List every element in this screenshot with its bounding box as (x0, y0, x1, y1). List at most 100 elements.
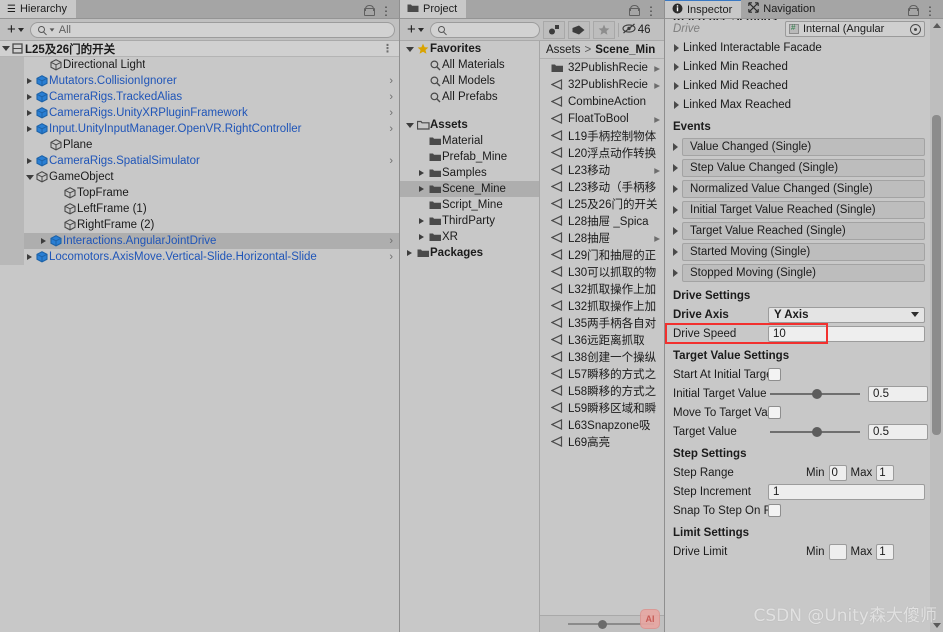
project-asset-row[interactable]: L36远距离抓取 (540, 331, 664, 348)
tab-hierarchy[interactable]: ☰ Hierarchy (0, 0, 77, 18)
initial-target-value-slider[interactable] (768, 386, 864, 402)
prefab-open-chevron-icon[interactable]: › (389, 155, 393, 167)
hierarchy-row[interactable]: CameraRigs.TrackedAlias › (0, 89, 399, 105)
hierarchy-row[interactable]: Mutators.CollisionIgnorer › (0, 73, 399, 89)
event-box[interactable]: Stopped Moving (Single) (682, 263, 925, 282)
project-asset-row[interactable]: L25及26门的开关 (540, 195, 664, 212)
snap-to-step-checkbox[interactable] (768, 504, 781, 517)
scroll-down-icon[interactable] (933, 623, 941, 628)
step-range-max-input[interactable]: 1 (876, 464, 895, 481)
tab-navigation[interactable]: Navigation (741, 0, 824, 18)
kebab-menu-icon[interactable]: ⋮ (645, 5, 657, 17)
breadcrumb-root[interactable]: Assets (546, 44, 581, 56)
event-foldout-row[interactable]: Value Changed (Single) (665, 136, 928, 157)
project-tree-row[interactable]: Favorites (400, 41, 539, 57)
favorites-star-icon[interactable] (592, 20, 615, 39)
hierarchy-scene-row[interactable]: L25及26门的开关 ⋮ (0, 41, 399, 57)
drive-speed-input[interactable]: 10 (768, 325, 925, 342)
kebab-menu-icon[interactable]: ⋮ (380, 5, 392, 17)
project-tree-row[interactable]: XR (400, 229, 539, 245)
project-tree-row[interactable]: All Materials (400, 57, 539, 73)
linked-foldout-row[interactable]: Linked Max Reached (665, 95, 928, 114)
target-value-input[interactable]: 0.5 (868, 423, 928, 440)
linked-foldout-row[interactable]: Linked Mid Reached (665, 76, 928, 95)
project-asset-row[interactable]: L35两手柄各自对 (540, 314, 664, 331)
event-box[interactable]: Step Value Changed (Single) (682, 158, 925, 177)
step-increment-input[interactable]: 1 (768, 483, 925, 500)
twisty-closed-icon[interactable] (416, 218, 427, 224)
twisty-closed-icon[interactable] (668, 163, 682, 172)
twisty-closed-icon[interactable] (404, 250, 415, 256)
tab-project[interactable]: Project (400, 0, 467, 18)
scene-kebab-menu-icon[interactable]: ⋮ (382, 43, 393, 54)
twisty-closed-icon[interactable] (668, 268, 682, 277)
project-search-input[interactable] (429, 21, 540, 38)
linked-foldout-row[interactable]: Linked Min Reached (665, 57, 928, 76)
project-tree-row[interactable]: ThirdParty (400, 213, 539, 229)
hierarchy-row[interactable]: Plane (0, 137, 399, 153)
prefab-open-chevron-icon[interactable]: › (389, 75, 393, 87)
twisty-closed-icon[interactable] (670, 43, 683, 52)
hierarchy-row[interactable]: CameraRigs.SpatialSimulator › (0, 153, 399, 169)
prefab-open-chevron-icon[interactable]: › (389, 251, 393, 263)
project-asset-row[interactable]: L29门和抽屉的正 (540, 246, 664, 263)
event-foldout-row[interactable]: Stopped Moving (Single) (665, 262, 928, 283)
twisty-closed-icon[interactable] (668, 184, 682, 193)
hierarchy-row[interactable]: GameObject (0, 169, 399, 185)
project-asset-row[interactable]: 32PublishRecie ▸ (540, 76, 664, 93)
twisty-open-icon[interactable] (24, 174, 35, 180)
kebab-menu-icon[interactable]: ⋮ (924, 5, 936, 17)
twisty-closed-icon[interactable] (24, 158, 35, 164)
scrollbar-thumb[interactable] (932, 115, 941, 435)
lock-icon[interactable] (629, 5, 640, 16)
project-asset-row[interactable]: L69高亮 (540, 433, 664, 450)
twisty-closed-icon[interactable] (24, 78, 35, 84)
project-asset-list[interactable]: Assets > Scene_Min 32PublishRecie ▸ 32Publ… (540, 41, 664, 632)
project-asset-row[interactable]: L28抽屉 _Spica (540, 212, 664, 229)
initial-target-value-input[interactable]: 0.5 (868, 385, 928, 402)
twisty-closed-icon[interactable] (38, 238, 49, 244)
event-box[interactable]: Initial Target Value Reached (Single) (682, 200, 925, 219)
project-asset-row[interactable]: L32抓取操作上加 (540, 280, 664, 297)
event-foldout-row[interactable]: Step Value Changed (Single) (665, 157, 928, 178)
create-asset-button[interactable]: + (404, 21, 427, 38)
project-tree-row[interactable]: Script_Mine (400, 197, 539, 213)
create-gameobject-button[interactable]: + (4, 21, 27, 38)
project-asset-row[interactable]: L63Snapzone吸 (540, 416, 664, 433)
twisty-closed-icon[interactable] (416, 234, 427, 240)
project-asset-row[interactable]: CombineAction (540, 93, 664, 110)
twisty-closed-icon[interactable] (416, 186, 427, 192)
tab-inspector[interactable]: Inspector (665, 0, 742, 18)
project-asset-row[interactable]: L20浮点动作转换 (540, 144, 664, 161)
project-asset-row[interactable]: L58瞬移的方式之 (540, 382, 664, 399)
slider-knob[interactable] (812, 426, 823, 437)
hierarchy-row[interactable]: Input.UnityInputManager.OpenVR.RightCont… (0, 121, 399, 137)
twisty-closed-icon[interactable] (670, 81, 683, 90)
prefab-open-chevron-icon[interactable]: › (389, 91, 393, 103)
project-tree-row[interactable]: All Prefabs (400, 89, 539, 105)
twisty-open-icon[interactable] (404, 46, 415, 52)
twisty-closed-icon[interactable] (668, 226, 682, 235)
hierarchy-tree[interactable]: L25及26门的开关 ⋮ Directional Light Mutators.C… (0, 41, 399, 632)
drive-object-field[interactable]: Internal (Angular (785, 21, 925, 37)
filter-by-type-icon[interactable] (542, 20, 565, 39)
project-tree-row[interactable]: Material (400, 133, 539, 149)
event-box[interactable]: Started Moving (Single) (682, 242, 925, 261)
hierarchy-row[interactable]: CameraRigs.UnityXRPluginFramework › (0, 105, 399, 121)
hierarchy-row[interactable]: Interactions.AngularJointDrive › (0, 233, 399, 249)
event-box[interactable]: Value Changed (Single) (682, 137, 925, 156)
twisty-closed-icon[interactable] (670, 100, 683, 109)
drive-limit-min-input[interactable] (828, 543, 847, 560)
twisty-closed-icon[interactable] (24, 94, 35, 100)
event-foldout-row[interactable]: Normalized Value Changed (Single) (665, 178, 928, 199)
twisty-closed-icon[interactable] (668, 205, 682, 214)
project-tree-row[interactable]: Packages (400, 245, 539, 261)
project-tree-row[interactable]: Assets (400, 117, 539, 133)
inspector-scrollbar[interactable] (930, 19, 943, 632)
twisty-closed-icon[interactable] (24, 126, 35, 132)
start-at-initial-target-checkbox[interactable] (768, 368, 781, 381)
ai-badge-icon[interactable]: AI (640, 609, 660, 629)
project-asset-row[interactable]: L23移动 ▸ (540, 161, 664, 178)
project-asset-row[interactable]: L23移动（手柄移 (540, 178, 664, 195)
project-asset-row[interactable]: L32抓取操作上加 (540, 297, 664, 314)
